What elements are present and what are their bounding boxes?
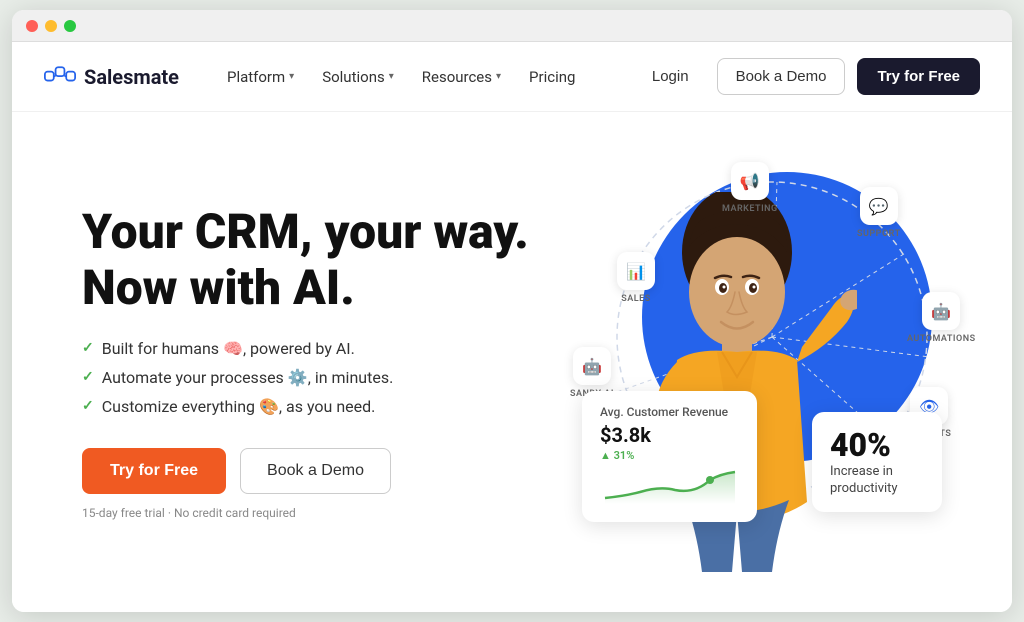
hero-left: Your CRM, your way. Now with AI. ✓ Built…	[82, 204, 562, 519]
hero-right: 📢 MARKETING 💬 SUPPORT 🤖 AUTOMATIONS 👁 IN…	[562, 152, 952, 572]
titlebar	[12, 10, 1012, 42]
hero-try-free-button[interactable]: Try for Free	[82, 448, 226, 494]
card-revenue-value: $3.8k	[600, 423, 739, 447]
chevron-down-icon: ▾	[289, 71, 294, 82]
feature-item: ✓ Customize everything 🎨, as you need.	[82, 397, 562, 416]
node-automations: 🤖 AUTOMATIONS	[907, 292, 976, 344]
card-productivity: 40% Increase in productivity	[812, 412, 942, 512]
nav-items: Platform ▾ Solutions ▾ Resources ▾ Prici…	[215, 60, 636, 94]
chevron-down-icon: ▾	[496, 71, 501, 82]
close-dot[interactable]	[26, 20, 38, 32]
sandy-ai-icon: 🤖	[573, 347, 611, 385]
node-sales: 📊 SALES	[617, 252, 655, 304]
nav-right: Login Book a Demo Try for Free	[636, 58, 980, 95]
hero-cta: Try for Free Book a Demo	[82, 448, 562, 494]
card-revenue-title: Avg. Customer Revenue	[600, 405, 739, 419]
automations-icon: 🤖	[922, 292, 960, 330]
sales-icon: 📊	[617, 252, 655, 290]
minimize-dot[interactable]	[45, 20, 57, 32]
nav-item-pricing[interactable]: Pricing	[517, 60, 587, 94]
card-revenue: Avg. Customer Revenue $3.8k ▲ 31%	[582, 391, 757, 522]
nav-item-platform[interactable]: Platform ▾	[215, 60, 306, 94]
nav-item-resources[interactable]: Resources ▾	[410, 60, 513, 94]
check-icon: ✓	[82, 340, 94, 356]
hero-title: Your CRM, your way. Now with AI.	[82, 204, 562, 314]
check-icon: ✓	[82, 369, 94, 385]
node-support: 💬 SUPPORT	[857, 187, 901, 239]
check-icon: ✓	[82, 398, 94, 414]
logo-text: Salesmate	[84, 65, 179, 89]
chevron-down-icon: ▾	[389, 71, 394, 82]
try-free-button[interactable]: Try for Free	[857, 58, 980, 95]
mini-chart	[600, 468, 739, 508]
logo[interactable]: Salesmate	[44, 65, 179, 89]
hero-features: ✓ Built for humans 🧠, powered by AI. ✓ A…	[82, 339, 562, 416]
support-icon: 💬	[860, 187, 898, 225]
marketing-icon: 📢	[731, 162, 769, 200]
hero-book-demo-button[interactable]: Book a Demo	[240, 448, 391, 494]
card-productivity-percent: 40%	[830, 426, 924, 464]
node-marketing: 📢 MARKETING	[722, 162, 778, 214]
navbar: Salesmate Platform ▾ Solutions ▾ Resourc…	[12, 42, 1012, 112]
book-demo-button[interactable]: Book a Demo	[717, 58, 846, 95]
feature-item: ✓ Automate your processes ⚙️, in minutes…	[82, 368, 562, 387]
hero-section: Your CRM, your way. Now with AI. ✓ Built…	[12, 112, 1012, 612]
nav-item-solutions[interactable]: Solutions ▾	[310, 60, 406, 94]
hero-note: 15-day free trial · No credit card requi…	[82, 506, 562, 520]
feature-item: ✓ Built for humans 🧠, powered by AI.	[82, 339, 562, 358]
app-window: Salesmate Platform ▾ Solutions ▾ Resourc…	[12, 10, 1012, 612]
card-revenue-badge: ▲ 31%	[600, 449, 739, 462]
card-productivity-label: Increase in productivity	[830, 464, 924, 498]
maximize-dot[interactable]	[64, 20, 76, 32]
login-button[interactable]: Login	[636, 60, 705, 93]
